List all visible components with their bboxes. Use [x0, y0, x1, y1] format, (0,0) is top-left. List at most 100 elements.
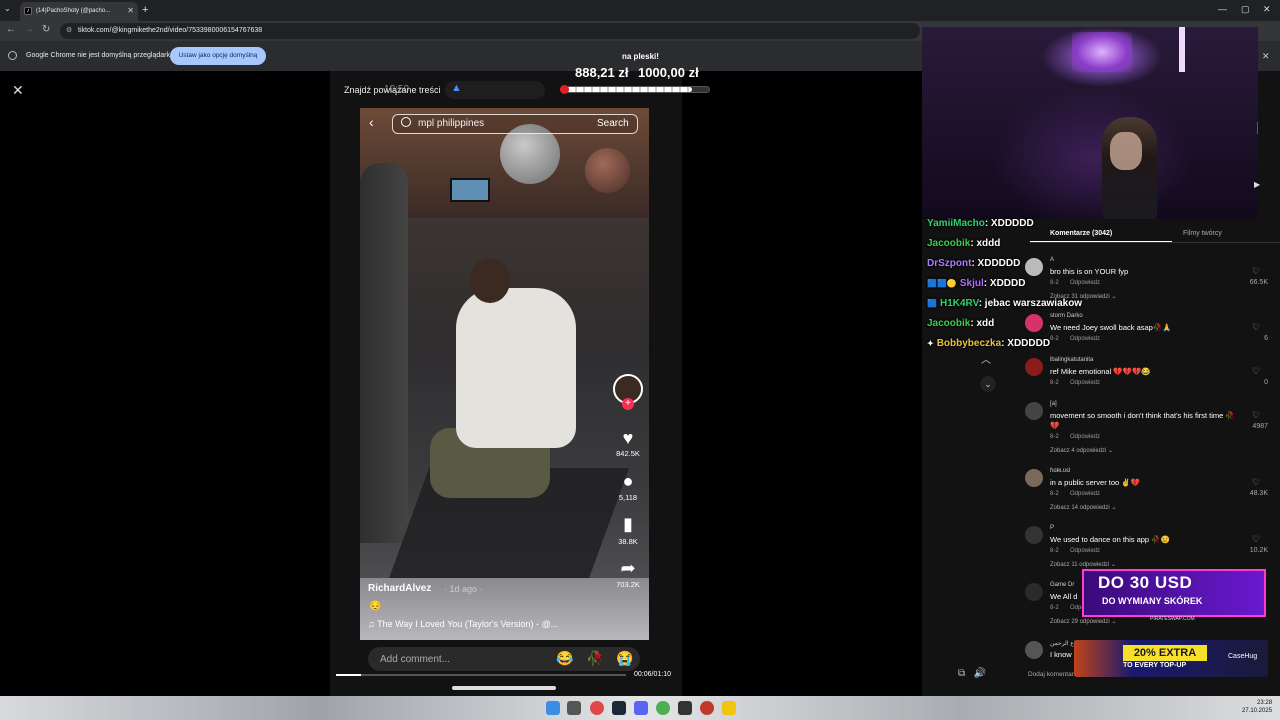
- like-heart-icon[interactable]: ♥: [617, 428, 639, 449]
- comment-date: 8-2: [1050, 280, 1059, 286]
- music-track[interactable]: ♫ The Way I Loved You (Taylor's Version)…: [368, 619, 558, 629]
- comment-avatar[interactable]: [1025, 258, 1043, 276]
- chevron-up-icon[interactable]: ︿: [981, 351, 991, 366]
- tab-comments[interactable]: Komentarze (3042): [1050, 230, 1112, 237]
- comment-like-icon[interactable]: ♡: [1252, 477, 1260, 488]
- comment-username[interactable]: Game Dr: [1050, 582, 1074, 588]
- back-icon[interactable]: ←: [6, 24, 16, 35]
- chevron-down-icon[interactable]: ⌄: [980, 376, 996, 392]
- follow-plus-icon[interactable]: +: [622, 398, 634, 410]
- comment-date: 8-2: [1050, 605, 1059, 611]
- webcam-light: [1072, 32, 1132, 72]
- laughing-emoji-icon[interactable]: 😂: [556, 650, 573, 667]
- comment-text: movement so smooth i don't think that's …: [1050, 411, 1235, 430]
- ad1-headline: DO 30 USD: [1098, 573, 1193, 592]
- tab-search-icon[interactable]: ⌄: [4, 4, 11, 13]
- chat-username[interactable]: Bobbybeczka: [937, 338, 1001, 349]
- ad1-brand: PIRATESWAP.COM: [1150, 616, 1195, 622]
- tab-close-icon[interactable]: ✕: [127, 6, 134, 15]
- comment-username[interactable]: A: [1050, 257, 1054, 263]
- comment-reply-button[interactable]: Odpowiedz: [1070, 491, 1100, 497]
- minimize-icon[interactable]: —: [1218, 4, 1227, 14]
- infobar-close-icon[interactable]: ✕: [1262, 51, 1270, 62]
- chrome-icon[interactable]: [656, 701, 670, 715]
- comment-username[interactable]: [a]: [1050, 401, 1057, 407]
- scrub-handle[interactable]: [452, 686, 556, 690]
- comment-reply-button[interactable]: Odpowiedz: [1070, 280, 1100, 286]
- taskbar-clock[interactable]: 23:28 27.10.2025: [1242, 699, 1272, 715]
- comment-username[interactable]: ɦɑʀɩ.ʋɛl: [1050, 468, 1070, 474]
- steam-icon[interactable]: [612, 701, 626, 715]
- site-info-icon[interactable]: ⚙: [66, 26, 72, 34]
- next-video-icon[interactable]: ▶: [1254, 180, 1260, 189]
- video-player[interactable]: [360, 108, 649, 640]
- comment-username[interactable]: P: [1050, 525, 1054, 531]
- chat-username[interactable]: Jacoobik: [927, 238, 970, 249]
- comment-username[interactable]: lbalingkatutanita: [1050, 357, 1093, 363]
- video-author[interactable]: RichardAlvez: [368, 583, 431, 594]
- comment-like-icon[interactable]: ♡: [1252, 366, 1260, 377]
- chat-text: : XDDDDD: [1001, 338, 1051, 349]
- recording-icon[interactable]: [700, 701, 714, 715]
- forward-icon[interactable]: →: [24, 24, 34, 35]
- ad2-subtitle: TO EVERY TOP-UP: [1123, 662, 1187, 669]
- chat-username[interactable]: DrSzpont: [927, 258, 971, 269]
- comment-reply-button[interactable]: Odpowiedz: [1070, 434, 1100, 440]
- maximize-icon[interactable]: ▢: [1241, 4, 1250, 15]
- comment-avatar[interactable]: [1025, 641, 1043, 659]
- comment-view-replies[interactable]: Zobacz 29 odpowiedzi ⌄: [1050, 618, 1116, 625]
- chat-username[interactable]: H1K4RV: [940, 298, 979, 309]
- folder-icon[interactable]: [722, 701, 736, 715]
- chat-text: : XDDDDD: [984, 218, 1034, 229]
- chat-username[interactable]: Jacoobik: [927, 318, 970, 329]
- app-icon[interactable]: [678, 701, 692, 715]
- comment-avatar[interactable]: [1025, 314, 1043, 332]
- crying-emoji-icon[interactable]: 😭: [616, 650, 633, 667]
- new-tab-icon[interactable]: +: [142, 4, 148, 16]
- comment-view-replies[interactable]: Zobacz 4 odpowiedzi ⌄: [1050, 447, 1113, 454]
- comment-view-replies[interactable]: Zobacz 11 odpowiedzi ⌄: [1050, 561, 1116, 568]
- video-caption: 😔: [369, 601, 382, 612]
- opera-icon[interactable]: [590, 701, 604, 715]
- comment-avatar[interactable]: [1025, 526, 1043, 544]
- discord-icon[interactable]: [634, 701, 648, 715]
- rose-emoji-icon[interactable]: 🥀: [586, 650, 603, 667]
- comment-view-replies[interactable]: Zobacz 14 odpowiedzi ⌄: [1050, 504, 1116, 511]
- comment-avatar[interactable]: [1025, 469, 1043, 487]
- search-button[interactable]: Search: [597, 118, 629, 129]
- chat-username[interactable]: Skjul: [960, 278, 984, 289]
- comment-avatar[interactable]: [1025, 402, 1043, 420]
- comment-like-icon[interactable]: ♡: [1252, 322, 1260, 333]
- comment-like-icon[interactable]: ♡: [1252, 266, 1260, 277]
- comment-like-icon[interactable]: ♡: [1252, 410, 1260, 421]
- video-back-icon[interactable]: ‹: [369, 114, 374, 130]
- comment-reply-button[interactable]: Odpowiedz: [1070, 380, 1100, 386]
- comment-avatar[interactable]: [1025, 358, 1043, 376]
- chat-badge-icon: ✦: [927, 339, 934, 348]
- comment-avatar[interactable]: [1025, 583, 1043, 601]
- browser-tab[interactable]: ♪ (14)PachoShoty (@pacho... ✕: [20, 2, 138, 21]
- set-default-button[interactable]: Ustaw jako opcję domyślną: [170, 47, 266, 65]
- video-progress-track[interactable]: [336, 674, 626, 676]
- chat-username[interactable]: YamiiMacho: [927, 218, 985, 229]
- comment-username[interactable]: storm Darko: [1050, 313, 1083, 319]
- volume-icon[interactable]: ⧉ 🔊: [958, 668, 986, 679]
- app-logo-icon: ▲: [451, 82, 462, 94]
- comment-like-icon[interactable]: ♡: [1252, 534, 1260, 545]
- close-viewer-icon[interactable]: ✕: [12, 82, 24, 99]
- webcam-led: [1257, 122, 1258, 134]
- share-arrow-icon[interactable]: ➦: [617, 558, 639, 579]
- reload-icon[interactable]: ↻: [42, 24, 50, 35]
- bookmark-icon[interactable]: ▮: [617, 514, 639, 535]
- search-query[interactable]: mpl philippines: [418, 118, 484, 129]
- search-taskbar-icon[interactable]: [567, 701, 581, 715]
- comment-reply-button[interactable]: Odpowiedz: [1070, 336, 1100, 342]
- comment-like-count: 48.3K: [1249, 490, 1268, 497]
- address-bar[interactable]: ⚙ tiktok.com/@kingmikethe2nd/video/75339…: [60, 23, 920, 39]
- tab-creator-videos[interactable]: Filmy twórcy: [1183, 230, 1222, 237]
- comment-reply-button[interactable]: Odpowiedz: [1070, 548, 1100, 554]
- comment-bubble-icon[interactable]: ●: [617, 471, 639, 492]
- window-close-icon[interactable]: ✕: [1263, 4, 1271, 15]
- start-icon[interactable]: [546, 701, 560, 715]
- comment-like-count: 6: [1264, 335, 1268, 342]
